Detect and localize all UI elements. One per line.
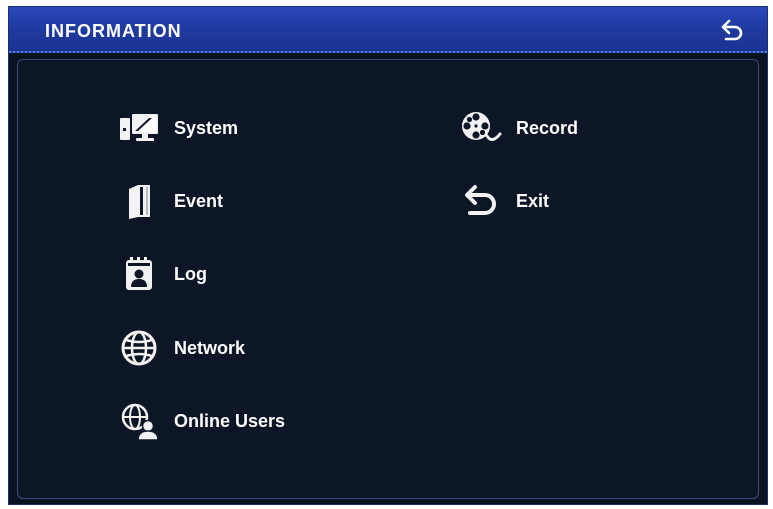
online-users-icon <box>116 401 162 441</box>
network-icon <box>116 328 162 368</box>
menu-item-label: Record <box>516 117 579 138</box>
exit-icon <box>458 181 504 221</box>
menu-item-event[interactable]: Event <box>116 181 223 221</box>
back-button[interactable] <box>721 19 745 41</box>
menu-item-label: Exit <box>516 190 550 211</box>
system-icon <box>116 108 162 148</box>
menu-item-system[interactable]: System <box>116 108 238 148</box>
menu-item-label: Network <box>174 337 246 358</box>
menu-item-label: Online Users <box>174 410 286 431</box>
menu-item-label: System <box>174 117 239 138</box>
menu-item-online-users[interactable]: Online Users <box>116 401 285 441</box>
title-bar: INFORMATION <box>9 7 767 53</box>
log-icon <box>116 254 162 294</box>
menu-item-exit[interactable]: Exit <box>458 181 549 221</box>
window-title: INFORMATION <box>45 21 182 41</box>
menu-item-label: Event <box>174 190 224 211</box>
event-icon <box>116 181 162 221</box>
menu-item-record[interactable]: Record <box>458 108 578 148</box>
menu-item-log[interactable]: Log <box>116 254 207 294</box>
record-icon <box>458 108 504 148</box>
back-arrow-icon <box>721 19 743 41</box>
menu-panel: System Event Log Network Online Users Re… <box>17 59 759 499</box>
information-window: INFORMATION System Event Log Network Onl… <box>8 6 768 505</box>
menu-item-network[interactable]: Network <box>116 328 245 368</box>
menu-item-label: Log <box>174 263 207 284</box>
